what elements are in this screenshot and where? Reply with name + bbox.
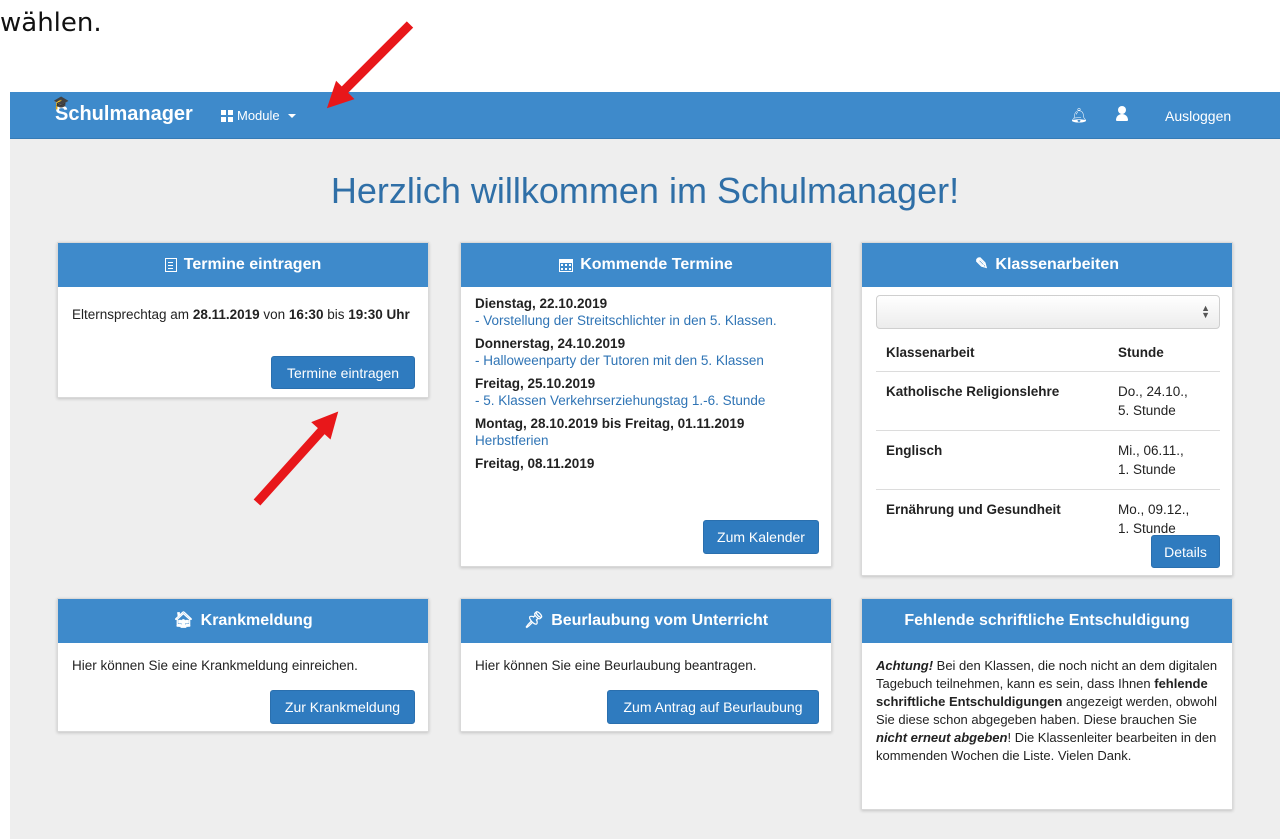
- details-button[interactable]: Details: [1151, 535, 1220, 568]
- zum-antrag-auf-beurlaubung-button[interactable]: Zum Antrag auf Beurlaubung: [607, 690, 819, 724]
- card-title: Krankmeldung: [200, 612, 313, 629]
- chevron-down-icon: [287, 113, 296, 118]
- event-link[interactable]: - Halloweenparty der Tutoren mit den 5. …: [475, 352, 817, 369]
- exam-time: Mi., 06.11., 1. Stunde: [1108, 430, 1220, 490]
- column-header: Klassenarbeit: [876, 335, 1108, 372]
- card-title: Kommende Termine: [580, 256, 733, 273]
- bell-icon[interactable]: 🔔︎: [1070, 107, 1088, 124]
- exam-lesson: 1. Stunde: [1118, 520, 1176, 536]
- brand-name: Schulmanager: [55, 103, 193, 125]
- edit-icon: ✎: [974, 256, 989, 273]
- event-date: Montag, 28.10.2019 bis Freitag, 01.11.20…: [475, 416, 745, 431]
- arrow-annotation: [338, 21, 414, 96]
- card-body: Elternsprechtag am 28.11.2019 von 16:30 …: [58, 287, 428, 338]
- exams-table: Klassenarbeit Stunde Katholische Religio…: [876, 335, 1220, 548]
- grid-icon: [221, 109, 233, 122]
- modules-label: Module: [237, 108, 280, 123]
- card-header: 📌︎ Beurlaubung vom Unterricht: [461, 599, 831, 643]
- logout-link[interactable]: Ausloggen: [1165, 108, 1231, 124]
- document-text: wählen.: [0, 8, 102, 38]
- event-date: Freitag, 25.10.2019: [475, 376, 596, 391]
- exam-time: Do., 24.10., 5. Stunde: [1108, 371, 1220, 431]
- card-kommende-termine: Kommende Termine Dienstag, 22.10.2019 - …: [460, 242, 832, 567]
- exam-subject: Englisch: [876, 430, 1108, 490]
- event-link[interactable]: Herbstferien: [475, 432, 817, 449]
- event-date: Freitag, 08.11.2019: [475, 456, 595, 471]
- card-body: Achtung! Bei den Klassen, die noch nicht…: [862, 643, 1232, 779]
- event-link[interactable]: - Vorstellung der Streitschlichter in de…: [475, 312, 817, 329]
- appointment-date: 28.11.2019: [192, 307, 260, 322]
- graduation-cap-icon: 🎓: [53, 95, 70, 110]
- card-title: Fehlende schriftliche Entschuldigung: [904, 612, 1190, 629]
- modules-menu[interactable]: Module: [221, 108, 296, 123]
- card-fehlende-entschuldigung: Fehlende schriftliche Entschuldigung Ach…: [861, 598, 1233, 810]
- welcome-heading: Herzlich willkommen im Schulmanager!: [330, 170, 960, 211]
- zur-krankmeldung-button[interactable]: Zur Krankmeldung: [270, 690, 415, 724]
- card-header: 🏠︎ Krankmeldung: [58, 599, 428, 643]
- card-body: Hier können Sie eine Krankmeldung einrei…: [72, 658, 358, 673]
- event-date: Dienstag, 22.10.2019: [475, 296, 608, 311]
- termine-eintragen-button[interactable]: Termine eintragen: [271, 356, 415, 389]
- schulmanager-app: 🎓 Schulmanager Module 🔔︎ Ausloggen Herzl…: [10, 92, 1280, 839]
- card-krankmeldung: 🏠︎ Krankmeldung Hier können Sie eine Kra…: [57, 598, 429, 732]
- appointment-text: Elternsprechtag am: [72, 307, 193, 322]
- table-header-row: Klassenarbeit Stunde: [876, 335, 1220, 372]
- card-klassenarbeiten: ✎ Klassenarbeiten ▲ ▼ Klassenarbeit Stund…: [861, 242, 1233, 576]
- zum-kalender-button[interactable]: Zum Kalender: [703, 520, 819, 554]
- class-select[interactable]: ▲ ▼: [876, 295, 1220, 329]
- exam-date: Do., 24.10.,: [1118, 383, 1188, 399]
- events-list[interactable]: Dienstag, 22.10.2019 - Vorstellung der S…: [461, 287, 831, 492]
- card-termine-eintragen: Termine eintragen Elternsprechtag am 28.…: [57, 242, 429, 398]
- table-row: Englisch Mi., 06.11., 1. Stunde: [876, 430, 1220, 490]
- card-header: Kommende Termine: [461, 243, 831, 287]
- exam-subject: Katholische Religionslehre: [876, 371, 1108, 431]
- card-header: Fehlende schriftliche Entschuldigung: [862, 599, 1232, 643]
- card-header: Termine eintragen: [58, 243, 428, 287]
- exam-subject: Ernährung und Gesundheit: [886, 501, 1061, 517]
- appointment-end: 19:30 Uhr: [348, 307, 410, 322]
- card-header: ✎ Klassenarbeiten: [862, 243, 1232, 287]
- appointment-start: 16:30: [288, 307, 324, 322]
- card-title: Beurlaubung vom Unterricht: [551, 612, 769, 629]
- home-icon: 🏠︎: [173, 612, 194, 629]
- top-navbar: 🎓 Schulmanager Module 🔔︎ Ausloggen: [10, 92, 1280, 139]
- card-title: Klassenarbeiten: [995, 256, 1119, 273]
- exam-lesson: 5. Stunde: [1118, 402, 1176, 418]
- column-header: Stunde: [1108, 335, 1220, 372]
- event-link[interactable]: - 5. Klassen Verkehrserziehungstag 1.-6.…: [475, 392, 817, 409]
- event-date: Donnerstag, 24.10.2019: [475, 336, 626, 351]
- table-row: Katholische Religionslehre Do., 24.10., 5…: [876, 371, 1220, 431]
- pin-icon: 📌︎: [523, 612, 545, 629]
- appointment-text-bis: bis: [323, 307, 349, 322]
- calendar-icon: [559, 258, 574, 272]
- exam-lesson: 1. Stunde: [1118, 461, 1176, 477]
- notice-bold-italic: nicht erneut abgeben: [876, 730, 1008, 745]
- select-arrows-icon: ▲ ▼: [1201, 303, 1210, 320]
- list-icon: [164, 258, 177, 272]
- card-title: Termine eintragen: [183, 256, 322, 273]
- appointment-text-von: von: [259, 307, 289, 322]
- brand-logo[interactable]: 🎓 Schulmanager: [53, 95, 193, 126]
- warning-label: Achtung!: [876, 658, 934, 673]
- card-beurlaubung: 📌︎ Beurlaubung vom Unterricht Hier könne…: [460, 598, 832, 732]
- card-body: Hier können Sie eine Beurlaubung beantra…: [475, 658, 757, 673]
- exam-date: Mo., 09.12.,: [1118, 501, 1190, 517]
- exam-date: Mi., 06.11.,: [1118, 442, 1184, 458]
